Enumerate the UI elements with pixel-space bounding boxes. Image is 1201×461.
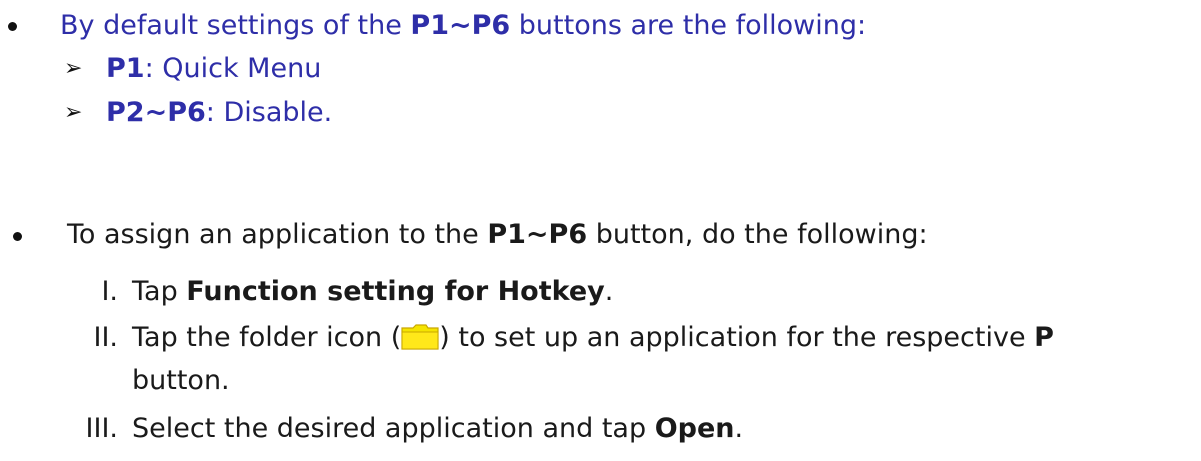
arrow-bullet-icon: ➢ [64,56,83,81]
assign-intro: To assign an application to the P1~P6 bu… [67,218,928,252]
item-value: : Quick Menu [144,53,322,84]
step-cont: button. [132,365,230,396]
arrow-bullet-icon: ➢ [64,100,83,125]
step-bold: P [1034,322,1054,353]
intro-suffix: button, do the following: [587,219,928,250]
step-2: Tap the folder icon ( ) to set up an app… [132,321,1054,355]
intro-suffix: buttons are the following: [510,10,867,41]
intro-prefix: By default settings of the [60,10,411,41]
step-3: Select the desired application and tap O… [132,412,743,446]
intro-bold: P1~P6 [487,219,588,250]
step-1: Tap Function setting for Hotkey. [132,275,613,309]
step-2-continuation: button. [132,364,230,398]
item-value: : Disable. [205,97,333,128]
intro-bold: P1~P6 [410,10,511,41]
step-suffix: . [734,413,744,444]
bullet-icon [13,232,22,241]
item-key: P2~P6 [106,97,206,128]
folder-icon [401,324,439,350]
step-suffix: . [604,276,614,307]
step-number: II. [93,322,118,353]
intro-prefix: To assign an application to the [67,219,488,250]
step-number: III. [85,413,118,444]
document-page: By default settings of the P1~P6 buttons… [0,0,1201,461]
step-prefix: Select the desired application and tap [132,413,655,444]
item-key: P1 [106,53,145,84]
step-prefix: Tap the folder icon ( [132,322,402,353]
step-mid: ) to set up an application for the respe… [439,322,1035,353]
default-item-p1: P1: Quick Menu [106,52,321,86]
step-number: I. [101,276,118,307]
step-bold: Function setting for Hotkey [186,276,605,307]
default-settings-intro: By default settings of the P1~P6 buttons… [60,9,866,43]
step-bold: Open [654,413,735,444]
step-prefix: Tap [132,276,187,307]
default-item-p2-p6: P2~P6: Disable. [106,96,332,130]
bullet-icon [8,22,17,31]
